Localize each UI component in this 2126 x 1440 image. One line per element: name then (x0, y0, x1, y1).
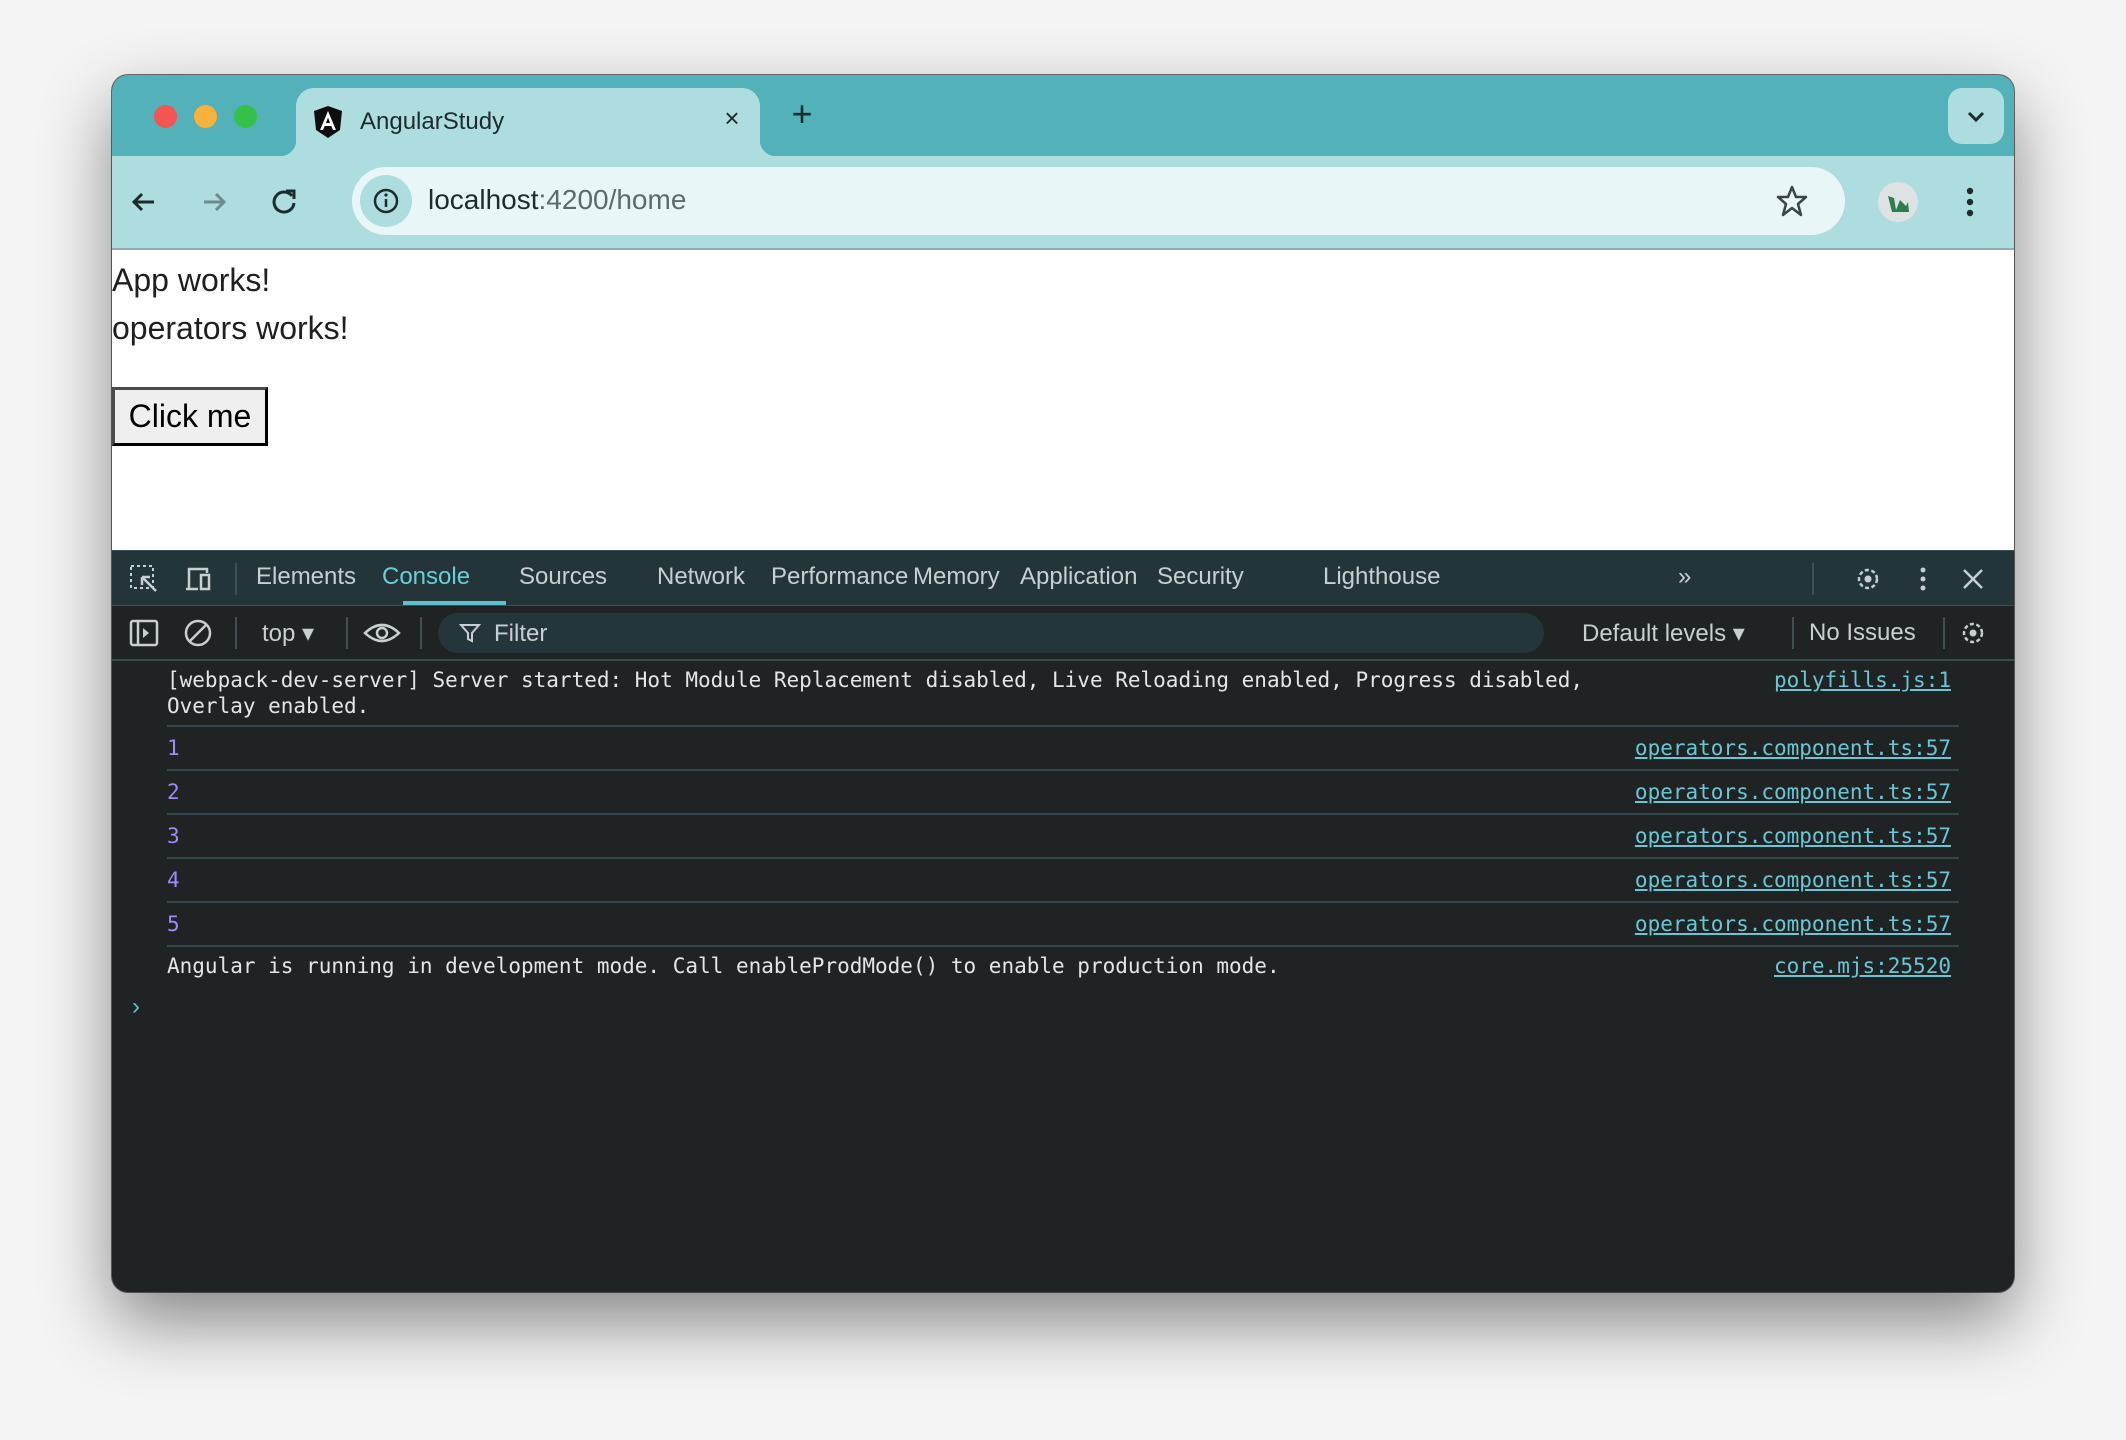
filter-icon (458, 624, 482, 643)
sidebar-toggle-icon[interactable] (128, 617, 160, 649)
devtools-menu-icon[interactable] (1907, 563, 1939, 595)
close-window-button[interactable] (154, 105, 177, 128)
tab-network[interactable]: Network (657, 551, 745, 605)
minimize-window-button[interactable] (194, 105, 217, 128)
console-message: 1 operators.component.ts:57 (167, 727, 1959, 771)
address-bar[interactable]: localhost:4200/home (352, 167, 1845, 235)
tab-lighthouse[interactable]: Lighthouse (1323, 551, 1440, 605)
context-selector[interactable]: top ▾ (262, 619, 314, 648)
tab-title: AngularStudy (360, 108, 505, 135)
console-message: 4 operators.component.ts:57 (167, 859, 1959, 903)
console-message: 2 operators.component.ts:57 (167, 771, 1959, 815)
tab-elements[interactable]: Elements (256, 551, 356, 605)
console-settings-gear-icon[interactable] (1957, 617, 1989, 649)
tab-performance[interactable]: Performance (771, 551, 908, 605)
site-info-button[interactable] (360, 175, 412, 227)
live-expression-eye-icon[interactable] (362, 617, 402, 649)
context-label: top (262, 620, 296, 647)
console-prompt[interactable]: › (132, 993, 140, 1021)
issues-button[interactable]: No Issues (1809, 619, 1916, 647)
tab-strip: AngularStudy × + (112, 75, 2014, 156)
tab-close-icon[interactable]: × (716, 102, 748, 134)
reload-icon[interactable] (264, 182, 304, 222)
browser-tab[interactable]: AngularStudy × (280, 88, 776, 156)
source-link[interactable]: operators.component.ts:57 (1635, 868, 1951, 892)
browser-menu-icon[interactable] (1960, 180, 1980, 224)
separator (420, 617, 422, 649)
tab-security[interactable]: Security (1157, 551, 1244, 605)
browser-window: AngularStudy × + localhost:4200/home App… (112, 75, 2014, 1292)
console-message: Angular is running in development mode. … (167, 947, 1959, 985)
operators-works-text: operators works! (112, 310, 349, 346)
chevron-down-icon (1967, 111, 1985, 123)
separator (346, 617, 348, 649)
separator (235, 617, 237, 649)
source-link[interactable]: operators.component.ts:57 (1635, 780, 1951, 804)
url-text: localhost:4200/home (428, 184, 686, 216)
console-message: [webpack-dev-server] Server started: Hot… (167, 661, 1959, 727)
profile-avatar[interactable] (1878, 182, 1918, 222)
tab-memory[interactable]: Memory (913, 551, 1000, 605)
url-host: localhost (428, 184, 539, 215)
active-tab-indicator (403, 601, 506, 605)
close-devtools-icon[interactable] (1957, 563, 1989, 595)
device-toolbar-icon[interactable] (182, 563, 214, 595)
info-icon (373, 188, 399, 214)
message-text: Angular is running in development mode. … (167, 954, 1280, 978)
filter-placeholder: Filter (494, 620, 548, 647)
new-tab-button[interactable]: + (782, 95, 822, 135)
browser-toolbar: localhost:4200/home (112, 156, 2014, 250)
bookmark-star-icon[interactable] (1775, 184, 1809, 218)
source-link[interactable]: core.mjs:25520 (1774, 953, 1951, 979)
separator (235, 563, 237, 595)
back-arrow-icon[interactable] (124, 182, 164, 222)
clear-console-icon[interactable] (182, 617, 214, 649)
console-message: 3 operators.component.ts:57 (167, 815, 1959, 859)
separator (1812, 563, 1814, 595)
page-content: App works! operators works! Click me (112, 250, 2014, 550)
separator (1792, 617, 1794, 649)
angular-logo-icon (314, 106, 342, 138)
console-toolbar: top ▾ Filter Default levels ▾ No Issues (112, 606, 2014, 661)
source-link[interactable]: operators.component.ts:57 (1635, 912, 1951, 936)
inspect-element-icon[interactable] (128, 563, 160, 595)
source-link[interactable]: polyfills.js:1 (1774, 667, 1951, 693)
source-link[interactable]: operators.component.ts:57 (1635, 736, 1951, 760)
maximize-window-button[interactable] (234, 105, 257, 128)
devtools-tab-bar: Elements Console Sources Network Performance… (112, 550, 2014, 607)
message-list: [webpack-dev-server] Server started: Hot… (112, 661, 2014, 985)
console-filter-input[interactable]: Filter (438, 613, 1544, 653)
app-works-text: App works! (112, 262, 271, 298)
more-tabs-icon[interactable]: » (1678, 551, 1691, 605)
log-levels-dropdown[interactable]: Default levels ▾ (1582, 619, 1745, 648)
click-me-button[interactable]: Click me (112, 387, 268, 446)
console-messages: [webpack-dev-server] Server started: Hot… (112, 661, 2014, 1020)
tab-search-button[interactable] (1948, 88, 2004, 144)
message-text: [webpack-dev-server] Server started: Hot… (167, 668, 1584, 718)
console-message: 5 operators.component.ts:57 (167, 903, 1959, 947)
log-levels-label: Default levels (1582, 620, 1727, 647)
separator (1943, 617, 1945, 649)
tab-application[interactable]: Application (1020, 551, 1137, 605)
dinosaur-avatar-icon (1888, 196, 1909, 212)
settings-gear-icon[interactable] (1852, 563, 1884, 595)
url-path: :4200/home (538, 184, 687, 215)
source-link[interactable]: operators.component.ts:57 (1635, 824, 1951, 848)
tab-console[interactable]: Console (382, 551, 470, 605)
forward-arrow-icon[interactable] (194, 182, 234, 222)
tab-sources[interactable]: Sources (519, 551, 607, 605)
